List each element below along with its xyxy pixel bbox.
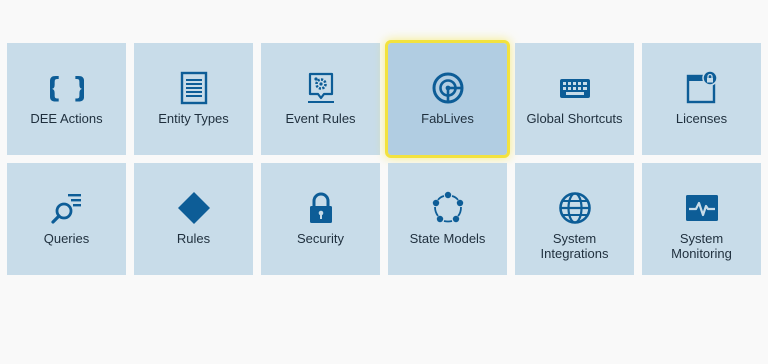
tile-global-shortcuts[interactable]: Global Shortcuts [515,43,634,155]
curly-braces-icon: { } [50,71,84,105]
tile-label: Event Rules [285,111,356,126]
tile-label: System Monitoring [671,231,732,261]
padlock-icon [304,191,338,225]
tile-licenses[interactable]: Licenses [642,43,761,155]
tile-label: Global Shortcuts [526,111,623,126]
tile-queries[interactable]: Queries [7,163,126,275]
tile-entity-types[interactable]: Entity Types [134,43,253,155]
tile-system-monitoring[interactable]: System Monitoring [642,163,761,275]
globe-icon [558,191,592,225]
tile-label: DEE Actions [30,111,103,126]
pulse-monitor-icon [685,191,719,225]
admin-tiles-grid: { } DEE Actions Entity Types [7,40,761,275]
tile-label: FabLives [421,111,474,126]
event-gear-icon [304,71,338,105]
tile-rules[interactable]: Rules [134,163,253,275]
cycle-dots-icon [431,191,465,225]
tile-label: State Models [409,231,486,246]
tile-event-rules[interactable]: Event Rules [261,43,380,155]
window-lock-icon [685,71,719,105]
document-list-icon [177,71,211,105]
tile-fablives[interactable]: FabLives [385,40,510,158]
tile-label: Licenses [675,111,728,126]
diamond-icon [177,191,211,225]
search-list-icon [50,191,84,225]
tile-state-models[interactable]: State Models [388,163,507,275]
tile-label: Security [297,231,344,246]
tile-label: Queries [43,231,90,246]
tile-label: Rules [176,231,211,246]
keyboard-icon [558,71,592,105]
tile-label: Entity Types [158,111,229,126]
tile-dee-actions[interactable]: { } DEE Actions [7,43,126,155]
radar-icon [431,71,465,105]
tile-label: System Integrations [540,231,609,261]
svg-text:{ }: { } [50,71,84,104]
tile-security[interactable]: Security [261,163,380,275]
tile-system-integrations[interactable]: System Integrations [515,163,634,275]
